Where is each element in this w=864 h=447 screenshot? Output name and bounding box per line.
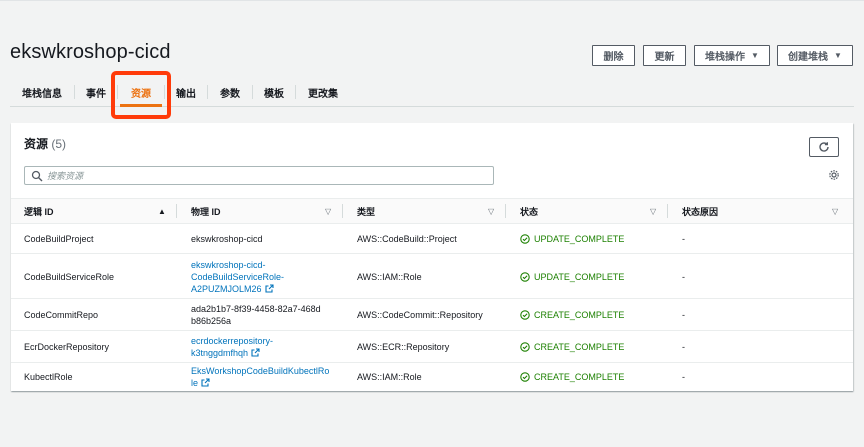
column-divider [176, 204, 177, 218]
column-header-type[interactable]: 类型 [357, 199, 375, 223]
physical-id-link[interactable]: EksWorkshopCodeBuildKubectlRo le [191, 363, 329, 391]
type-cell: AWS::CodeBuild::Project [357, 234, 457, 244]
logical-id-cell: KubectlRole [24, 372, 73, 382]
logical-id-cell: CodeBuildServiceRole [24, 271, 115, 282]
column-header-physical-id[interactable]: 物理 ID [191, 199, 221, 223]
type-cell: AWS::ECR::Repository [357, 342, 450, 352]
physical-id-cell: ekswkroshop-cicd [191, 234, 263, 244]
resources-count: (5) [51, 137, 67, 151]
status-cell: CREATE_COMPLETE [520, 363, 624, 391]
external-link-icon [251, 348, 260, 357]
type-cell: AWS::IAM::Role [357, 271, 422, 282]
column-divider [505, 204, 506, 218]
physical-id-link[interactable]: ekswkroshop-cicd- CodeBuildServiceRole- A2… [191, 254, 284, 299]
refresh-button[interactable] [809, 137, 839, 157]
column-header-status-reason[interactable]: 状态原因 [682, 199, 718, 223]
logical-id-cell: CodeCommitRepo [24, 310, 99, 320]
table-row: CodeBuildProject ekswkroshop-cicd AWS::C… [11, 224, 853, 254]
sort-caret-icon[interactable]: ▽ [325, 207, 331, 216]
type-cell: AWS::CodeCommit::Repository [357, 310, 483, 320]
status-reason-cell: - [682, 372, 685, 382]
column-divider [667, 204, 668, 218]
tab-stack-info[interactable]: 堆栈信息 [10, 79, 74, 106]
status-reason-cell: - [682, 234, 685, 244]
update-button[interactable]: 更新 [643, 45, 686, 66]
tab-parameters[interactable]: 参数 [208, 79, 252, 106]
external-link-icon [264, 283, 274, 293]
status-reason-cell: - [682, 271, 685, 282]
search-input[interactable]: 搜索资源 [24, 166, 494, 185]
table-row: CodeCommitRepo ada2b1b7-8f39-4458-82a7-4… [11, 299, 853, 331]
sort-caret-icon[interactable]: ▽ [488, 207, 494, 216]
status-reason-cell: - [682, 310, 685, 320]
success-check-icon [520, 234, 530, 244]
tab-outputs[interactable]: 输出 [165, 79, 207, 106]
column-header-logical-id[interactable]: 逻辑 ID [24, 199, 54, 223]
success-check-icon [520, 372, 530, 382]
refresh-icon [819, 142, 829, 152]
external-link-icon [201, 378, 210, 387]
status-cell: CREATE_COMPLETE [520, 299, 624, 331]
physical-id-link[interactable]: ecrdockerrepository-k3tnggdmfhqh [191, 331, 273, 363]
success-check-icon [520, 310, 530, 320]
status-cell: UPDATE_COMPLETE [520, 224, 624, 254]
success-check-icon [520, 271, 530, 282]
status-cell: CREATE_COMPLETE [520, 331, 624, 363]
sort-caret-icon[interactable]: ▽ [650, 207, 656, 216]
stack-actions-button[interactable]: 堆栈操作 ▼ [694, 45, 770, 66]
status-reason-cell: - [682, 342, 685, 352]
page-title: ekswkroshop-cicd [10, 41, 171, 63]
status-cell: UPDATE_COMPLETE [520, 254, 624, 299]
search-icon [31, 170, 43, 181]
logical-id-cell: EcrDockerRepository [24, 342, 110, 352]
tab-change-sets[interactable]: 更改集 [296, 79, 350, 106]
table-row: KubectlRole EksWorkshopCodeBuildKubectlR… [11, 363, 853, 391]
settings-gear-icon[interactable] [828, 169, 840, 181]
physical-id-cell: ada2b1b7-8f39-4458-82a7-468d b86b256a [191, 304, 321, 326]
column-header-status[interactable]: 状态 [520, 199, 538, 223]
tab-template[interactable]: 模板 [253, 79, 295, 106]
resources-panel: 资源 (5) 搜索资源 逻辑 ID ▲ 物理 ID ▽ 类型 ▽ 状态 ▽ 状态… [11, 123, 853, 391]
table-row: CodeBuildServiceRole ekswkroshop-cicd- Co… [11, 254, 853, 299]
header-divider [0, 0, 864, 1]
column-divider [342, 204, 343, 218]
table-row: EcrDockerRepository ecrdockerrepository-… [11, 331, 853, 363]
delete-button[interactable]: 删除 [592, 45, 635, 66]
type-cell: AWS::IAM::Role [357, 372, 422, 382]
sort-caret-icon[interactable]: ▲ [158, 207, 166, 216]
table-header: 逻辑 ID ▲ 物理 ID ▽ 类型 ▽ 状态 ▽ 状态原因 ▽ [11, 198, 853, 224]
success-check-icon [520, 342, 530, 352]
create-stack-button[interactable]: 创建堆栈 ▼ [777, 45, 853, 66]
logical-id-cell: CodeBuildProject [24, 234, 94, 244]
resources-heading: 资源 (5) [24, 137, 67, 151]
resources-tab-highlight [111, 71, 171, 119]
search-placeholder: 搜索资源 [47, 171, 84, 181]
sort-caret-icon[interactable]: ▽ [832, 207, 838, 216]
caret-down-icon: ▼ [751, 51, 759, 60]
caret-down-icon: ▼ [834, 51, 842, 60]
